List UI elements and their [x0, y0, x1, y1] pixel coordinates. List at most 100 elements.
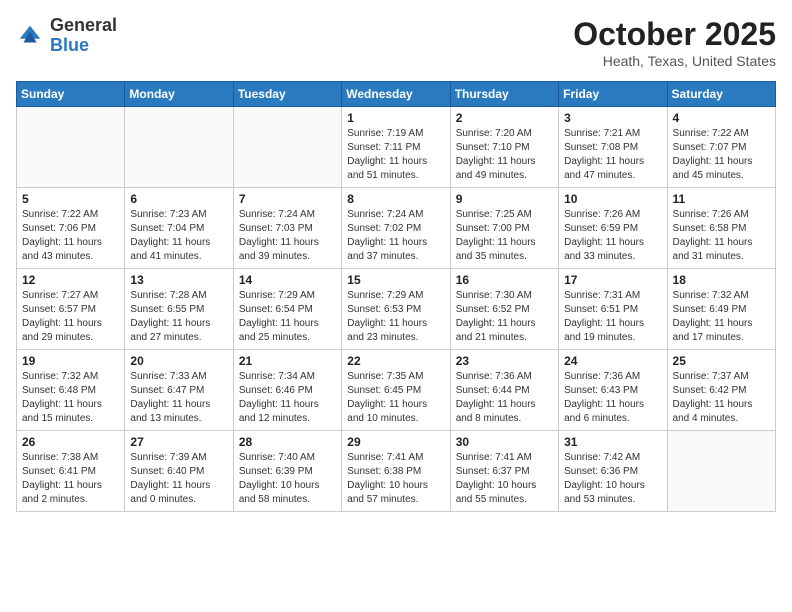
calendar-day-cell: 13 Sunrise: 7:28 AMSunset: 6:55 PMDayligh… — [125, 269, 233, 350]
day-info: Sunrise: 7:26 AMSunset: 6:58 PMDaylight:… — [673, 208, 770, 264]
day-number: 27 — [130, 435, 227, 449]
day-number: 17 — [564, 273, 661, 287]
calendar-day-cell: 11 Sunrise: 7:26 AMSunset: 6:58 PMDayligh… — [667, 188, 775, 269]
calendar-day-cell — [17, 107, 125, 188]
calendar-day-cell: 23 Sunrise: 7:36 AMSunset: 6:44 PMDayligh… — [450, 350, 558, 431]
day-number: 26 — [22, 435, 119, 449]
calendar-table: SundayMondayTuesdayWednesdayThursdayFrid… — [16, 81, 776, 512]
day-info: Sunrise: 7:34 AMSunset: 6:46 PMDaylight:… — [239, 370, 336, 426]
logo-icon — [16, 22, 44, 50]
calendar-day-cell — [125, 107, 233, 188]
calendar-day-cell: 20Sunrise: 7:33 AMSunset: 6:47 PMDayligh… — [125, 350, 233, 431]
day-info: Sunrise: 7:23 AMSunset: 7:04 PMDaylight:… — [130, 208, 227, 264]
day-info: Sunrise: 7:37 AMSunset: 6:42 PMDaylight:… — [673, 370, 770, 426]
calendar-week-row: 5 Sunrise: 7:22 AMSunset: 7:06 PMDaylight… — [17, 188, 776, 269]
calendar-day-cell: 30Sunrise: 7:41 AMSunset: 6:37 PMDayligh… — [450, 431, 558, 512]
day-info: Sunrise: 7:25 AMSunset: 7:00 PMDaylight:… — [456, 208, 553, 264]
day-info: Sunrise: 7:19 AMSunset: 7:11 PMDaylight:… — [347, 127, 444, 183]
logo: General Blue — [16, 16, 117, 56]
day-number: 2 — [456, 111, 553, 125]
calendar-day-cell: 28Sunrise: 7:40 AMSunset: 6:39 PMDayligh… — [233, 431, 341, 512]
day-info: Sunrise: 7:22 AMSunset: 7:07 PMDaylight:… — [673, 127, 770, 183]
calendar-day-cell: 3Sunrise: 7:21 AMSunset: 7:08 PMDaylight… — [559, 107, 667, 188]
calendar-day-cell: 9 Sunrise: 7:25 AMSunset: 7:00 PMDaylight… — [450, 188, 558, 269]
day-info: Sunrise: 7:33 AMSunset: 6:47 PMDaylight:… — [130, 370, 227, 426]
calendar-week-row: 12 Sunrise: 7:27 AMSunset: 6:57 PMDayligh… — [17, 269, 776, 350]
day-number: 16 — [456, 273, 553, 287]
day-number: 29 — [347, 435, 444, 449]
day-number: 31 — [564, 435, 661, 449]
weekday-header: Sunday — [17, 82, 125, 107]
calendar-day-cell: 4 Sunrise: 7:22 AMSunset: 7:07 PMDaylight… — [667, 107, 775, 188]
weekday-header: Monday — [125, 82, 233, 107]
calendar-day-cell: 26 Sunrise: 7:38 AMSunset: 6:41 PMDayligh… — [17, 431, 125, 512]
weekday-header-row: SundayMondayTuesdayWednesdayThursdayFrid… — [17, 82, 776, 107]
weekday-header: Tuesday — [233, 82, 341, 107]
day-info: Sunrise: 7:32 AMSunset: 6:48 PMDaylight:… — [22, 370, 119, 426]
location: Heath, Texas, United States — [573, 53, 776, 69]
day-info: Sunrise: 7:32 AMSunset: 6:49 PMDaylight:… — [673, 289, 770, 345]
logo-blue: Blue — [50, 35, 89, 55]
day-info: Sunrise: 7:26 AMSunset: 6:59 PMDaylight:… — [564, 208, 661, 264]
day-number: 9 — [456, 192, 553, 206]
calendar-week-row: 19 Sunrise: 7:32 AMSunset: 6:48 PMDayligh… — [17, 350, 776, 431]
day-info: Sunrise: 7:39 AMSunset: 6:40 PMDaylight:… — [130, 451, 227, 507]
weekday-header: Saturday — [667, 82, 775, 107]
day-number: 11 — [673, 192, 770, 206]
calendar-day-cell: 14 Sunrise: 7:29 AMSunset: 6:54 PMDayligh… — [233, 269, 341, 350]
day-info: Sunrise: 7:35 AMSunset: 6:45 PMDaylight:… — [347, 370, 444, 426]
day-number: 8 — [347, 192, 444, 206]
day-number: 12 — [22, 273, 119, 287]
page-header: General Blue October 2025 Heath, Texas, … — [16, 16, 776, 69]
day-number: 13 — [130, 273, 227, 287]
calendar-day-cell: 7 Sunrise: 7:24 AMSunset: 7:03 PMDaylight… — [233, 188, 341, 269]
calendar-day-cell: 15 Sunrise: 7:29 AMSunset: 6:53 PMDayligh… — [342, 269, 450, 350]
calendar-day-cell: 2 Sunrise: 7:20 AMSunset: 7:10 PMDaylight… — [450, 107, 558, 188]
day-info: Sunrise: 7:29 AMSunset: 6:53 PMDaylight:… — [347, 289, 444, 345]
day-info: Sunrise: 7:20 AMSunset: 7:10 PMDaylight:… — [456, 127, 553, 183]
calendar-day-cell: 27 Sunrise: 7:39 AMSunset: 6:40 PMDayligh… — [125, 431, 233, 512]
day-number: 7 — [239, 192, 336, 206]
calendar-day-cell: 22 Sunrise: 7:35 AMSunset: 6:45 PMDayligh… — [342, 350, 450, 431]
weekday-header: Friday — [559, 82, 667, 107]
day-info: Sunrise: 7:38 AMSunset: 6:41 PMDaylight:… — [22, 451, 119, 507]
calendar-day-cell: 31 Sunrise: 7:42 AMSunset: 6:36 PMDayligh… — [559, 431, 667, 512]
day-number: 4 — [673, 111, 770, 125]
day-number: 14 — [239, 273, 336, 287]
calendar-day-cell — [667, 431, 775, 512]
day-info: Sunrise: 7:40 AMSunset: 6:39 PMDaylight:… — [239, 451, 336, 507]
calendar-day-cell: 21 Sunrise: 7:34 AMSunset: 6:46 PMDayligh… — [233, 350, 341, 431]
day-info: Sunrise: 7:27 AMSunset: 6:57 PMDaylight:… — [22, 289, 119, 345]
weekday-header: Thursday — [450, 82, 558, 107]
calendar-week-row: 26 Sunrise: 7:38 AMSunset: 6:41 PMDayligh… — [17, 431, 776, 512]
day-number: 19 — [22, 354, 119, 368]
day-info: Sunrise: 7:21 AMSunset: 7:08 PMDaylight:… — [564, 127, 661, 183]
calendar-day-cell: 16Sunrise: 7:30 AMSunset: 6:52 PMDayligh… — [450, 269, 558, 350]
calendar-day-cell: 25Sunrise: 7:37 AMSunset: 6:42 PMDayligh… — [667, 350, 775, 431]
calendar-day-cell: 24Sunrise: 7:36 AMSunset: 6:43 PMDayligh… — [559, 350, 667, 431]
day-info: Sunrise: 7:36 AMSunset: 6:44 PMDaylight:… — [456, 370, 553, 426]
day-info: Sunrise: 7:24 AMSunset: 7:03 PMDaylight:… — [239, 208, 336, 264]
calendar-day-cell: 12 Sunrise: 7:27 AMSunset: 6:57 PMDayligh… — [17, 269, 125, 350]
day-number: 22 — [347, 354, 444, 368]
day-number: 24 — [564, 354, 661, 368]
month-title: October 2025 — [573, 16, 776, 53]
day-info: Sunrise: 7:42 AMSunset: 6:36 PMDaylight:… — [564, 451, 661, 507]
calendar-day-cell: 1Sunrise: 7:19 AMSunset: 7:11 PMDaylight… — [342, 107, 450, 188]
calendar-day-cell: 19 Sunrise: 7:32 AMSunset: 6:48 PMDayligh… — [17, 350, 125, 431]
calendar-day-cell: 6Sunrise: 7:23 AMSunset: 7:04 PMDaylight… — [125, 188, 233, 269]
day-number: 5 — [22, 192, 119, 206]
weekday-header: Wednesday — [342, 82, 450, 107]
day-info: Sunrise: 7:24 AMSunset: 7:02 PMDaylight:… — [347, 208, 444, 264]
calendar-day-cell — [233, 107, 341, 188]
day-info: Sunrise: 7:22 AMSunset: 7:06 PMDaylight:… — [22, 208, 119, 264]
day-number: 21 — [239, 354, 336, 368]
calendar-week-row: 1Sunrise: 7:19 AMSunset: 7:11 PMDaylight… — [17, 107, 776, 188]
day-info: Sunrise: 7:41 AMSunset: 6:37 PMDaylight:… — [456, 451, 553, 507]
calendar-day-cell: 5 Sunrise: 7:22 AMSunset: 7:06 PMDaylight… — [17, 188, 125, 269]
day-info: Sunrise: 7:29 AMSunset: 6:54 PMDaylight:… — [239, 289, 336, 345]
day-number: 23 — [456, 354, 553, 368]
day-info: Sunrise: 7:28 AMSunset: 6:55 PMDaylight:… — [130, 289, 227, 345]
day-number: 15 — [347, 273, 444, 287]
day-number: 10 — [564, 192, 661, 206]
